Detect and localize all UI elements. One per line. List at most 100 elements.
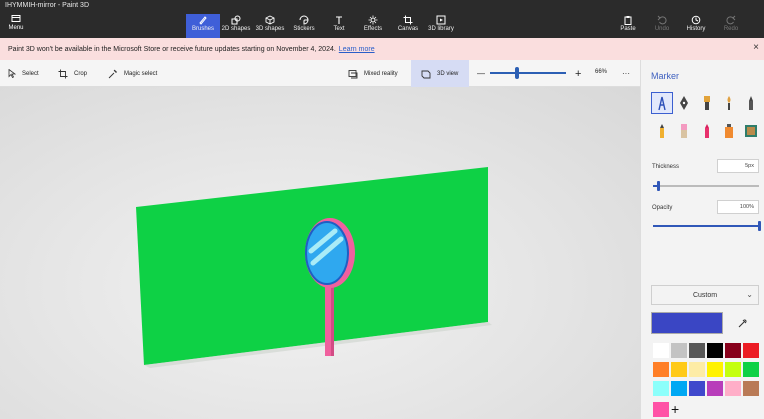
tab-3d-shapes[interactable]: 3D shapes (254, 14, 286, 38)
tab-canvas-label: Canvas (397, 26, 419, 32)
brush-oil[interactable] (697, 93, 717, 113)
palette-swatch[interactable] (670, 361, 688, 378)
tab-2d-shapes-label: 2D shapes (221, 26, 251, 32)
paste-button[interactable]: Paste (617, 14, 639, 38)
tab-canvas[interactable]: Canvas (394, 14, 422, 38)
brush-watercolor[interactable] (719, 93, 739, 113)
brush-fill[interactable] (741, 121, 761, 141)
eyedropper-button[interactable] (733, 315, 753, 331)
texture-dropdown[interactable]: Custom ⌄ (651, 285, 759, 305)
opacity-input[interactable]: 100% (717, 200, 759, 214)
thickness-slider[interactable] (653, 185, 759, 187)
magic-select-icon (108, 69, 117, 78)
palette-swatch[interactable] (706, 342, 724, 359)
tab-3d-shapes-label: 3D shapes (255, 26, 285, 32)
3d-view-label: 3D view (437, 70, 459, 77)
marker-icon (658, 96, 666, 111)
pixel-pen-icon (749, 96, 753, 110)
close-notice-button[interactable]: × (753, 43, 759, 53)
tab-brushes[interactable]: Brushes (186, 14, 220, 38)
palette-swatch[interactable] (724, 380, 742, 397)
tab-effects[interactable]: Effects (360, 14, 386, 38)
palette-swatch[interactable] (706, 380, 724, 397)
palette-swatch[interactable] (688, 361, 706, 378)
crop-button[interactable]: Crop (58, 60, 87, 87)
brush-calligraphy[interactable] (674, 93, 694, 113)
select-button[interactable]: Select (8, 60, 39, 87)
oil-brush-icon (704, 96, 710, 110)
zoom-out-button[interactable]: — (477, 60, 485, 87)
brush-crayon[interactable] (697, 121, 717, 141)
palette-swatch[interactable] (742, 361, 760, 378)
magic-select-button[interactable]: Magic select (108, 60, 157, 87)
scene-3d (136, 167, 492, 368)
3d-library-icon (436, 15, 446, 25)
mixed-reality-button[interactable]: Mixed reality (348, 60, 398, 87)
eraser-icon (681, 124, 687, 138)
zoom-slider[interactable] (490, 72, 566, 74)
palette-swatch[interactable] (742, 380, 760, 397)
undo-button[interactable]: Undo (651, 14, 673, 38)
opacity-label: Opacity (652, 205, 673, 211)
zoom-slider-thumb[interactable] (514, 67, 519, 79)
palette-swatch[interactable] (670, 380, 688, 397)
tab-2d-shapes[interactable]: 2D shapes (220, 14, 252, 38)
current-color-swatch[interactable] (651, 312, 723, 334)
zoom-in-button[interactable]: + (575, 60, 581, 87)
more-options-button[interactable]: ··· (622, 60, 630, 87)
palette-swatch[interactable] (742, 342, 760, 359)
palette-swatch[interactable] (688, 380, 706, 397)
effects-icon (368, 15, 378, 25)
palette-swatch[interactable] (652, 361, 670, 378)
calligraphy-pen-icon (680, 96, 688, 110)
thickness-input[interactable]: 5px (717, 159, 759, 173)
history-label: History (686, 26, 706, 32)
menu-label: Menu (8, 25, 24, 31)
custom-color-swatch[interactable] (652, 401, 670, 418)
mixed-reality-icon (348, 69, 358, 78)
stickers-icon (299, 15, 309, 25)
redo-label: Redo (723, 26, 739, 32)
thickness-label: Thickness (652, 164, 680, 170)
brush-eraser[interactable] (674, 121, 694, 141)
crayon-icon (705, 124, 709, 138)
mirror-handle-side (331, 284, 334, 356)
opacity-slider-thumb[interactable] (757, 221, 761, 231)
thickness-slider-thumb[interactable] (656, 181, 660, 191)
3d-view-button[interactable]: 3D view (411, 60, 469, 87)
brush-pencil[interactable] (652, 121, 672, 141)
tab-effects-label: Effects (363, 26, 383, 32)
brush-pixel[interactable] (741, 93, 761, 113)
add-color-button[interactable]: + (671, 402, 679, 416)
eyedropper-icon (738, 319, 747, 328)
history-button[interactable]: History (684, 14, 708, 38)
tab-stickers[interactable]: Stickers (289, 14, 319, 38)
crop-icon (58, 69, 68, 78)
palette-swatch[interactable] (724, 342, 742, 359)
3d-view-icon (421, 70, 431, 78)
zoom-percentage[interactable]: 66% (595, 69, 607, 75)
palette-swatch[interactable] (706, 361, 724, 378)
palette-swatch[interactable] (670, 342, 688, 359)
panel-title: Marker (651, 71, 680, 81)
redo-button[interactable]: Redo (720, 14, 742, 38)
tab-text[interactable]: Text (326, 14, 352, 38)
menu-button[interactable]: Menu (4, 14, 28, 36)
tab-text-label: Text (333, 26, 345, 32)
palette-swatch[interactable] (652, 380, 670, 397)
select-label: Select (22, 70, 39, 77)
palette-swatch[interactable] (688, 342, 706, 359)
brush-spray-can[interactable] (719, 121, 739, 141)
learn-more-link[interactable]: Learn more (339, 46, 375, 53)
canvas-workspace[interactable] (0, 87, 640, 419)
tab-3d-library-label: 3D library (428, 26, 454, 32)
brush-marker[interactable] (651, 92, 673, 114)
tab-stickers-label: Stickers (293, 26, 315, 32)
palette-swatch[interactable] (652, 342, 670, 359)
palette-swatch[interactable] (724, 361, 742, 378)
tab-3d-library[interactable]: 3D library (426, 14, 456, 38)
watercolor-icon (727, 96, 731, 110)
redo-icon (726, 15, 736, 25)
tab-brushes-label: Brushes (191, 26, 214, 32)
crop-label: Crop (74, 70, 88, 77)
